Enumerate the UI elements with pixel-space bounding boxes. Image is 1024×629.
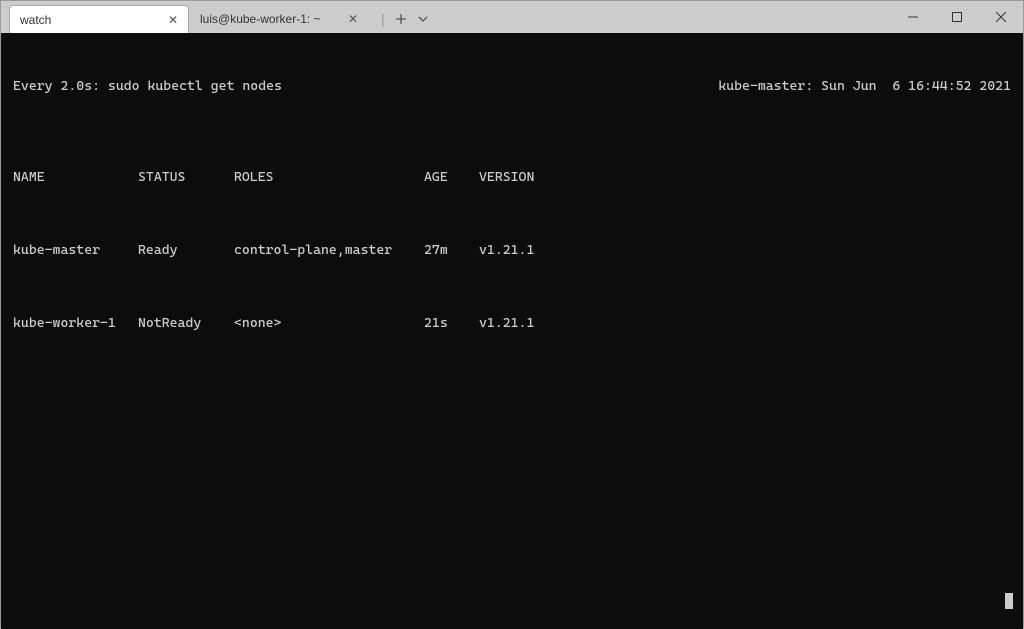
tab-strip: watch ✕ luis@kube-worker-1: ~ ✕ |	[1, 1, 429, 33]
tab-actions: |	[369, 5, 429, 33]
tab-worker[interactable]: luis@kube-worker-1: ~ ✕	[189, 5, 369, 33]
cell-status: Ready	[138, 241, 234, 259]
cell-version: v1.21.1	[479, 314, 579, 332]
cell-version: v1.21.1	[479, 241, 579, 259]
close-window-button[interactable]	[979, 1, 1023, 33]
watch-hostinfo: kube-master: Sun Jun 6 16:44:52 2021	[718, 77, 1011, 95]
col-header-roles: ROLES	[234, 168, 424, 186]
cursor	[1005, 593, 1013, 609]
cell-roles: <none>	[234, 314, 424, 332]
table-row: kube-worker-1 NotReady <none> 21s v1.21.…	[13, 314, 1011, 332]
cell-age: 21s	[424, 314, 479, 332]
watch-header: Every 2.0s: sudo kubectl get nodes kube-…	[13, 77, 1011, 95]
cell-roles: control-plane,master	[234, 241, 424, 259]
maximize-button[interactable]	[935, 1, 979, 33]
col-header-status: STATUS	[138, 168, 234, 186]
window-controls	[891, 1, 1023, 33]
cell-status: NotReady	[138, 314, 234, 332]
dropdown-button[interactable]	[417, 13, 429, 25]
col-header-age: AGE	[424, 168, 479, 186]
terminal-pane[interactable]: Every 2.0s: sudo kubectl get nodes kube-…	[1, 33, 1023, 629]
cell-name: kube-worker-1	[13, 314, 138, 332]
new-tab-button[interactable]	[395, 13, 407, 25]
tab-title: watch	[20, 13, 51, 27]
table-row: kube-master Ready control-plane,master 2…	[13, 241, 1011, 259]
minimize-button[interactable]	[891, 1, 935, 33]
cell-age: 27m	[424, 241, 479, 259]
tab-title: luis@kube-worker-1: ~	[200, 12, 321, 26]
close-icon[interactable]: ✕	[168, 13, 178, 27]
watch-command: Every 2.0s: sudo kubectl get nodes	[13, 77, 282, 95]
titlebar: watch ✕ luis@kube-worker-1: ~ ✕ |	[1, 1, 1023, 33]
col-header-name: NAME	[13, 168, 138, 186]
tab-watch[interactable]: watch ✕	[9, 5, 189, 33]
col-header-version: VERSION	[479, 168, 579, 186]
divider: |	[381, 11, 385, 27]
table-header-row: NAME STATUS ROLES AGE VERSION	[13, 168, 1011, 186]
close-icon[interactable]: ✕	[348, 12, 358, 26]
cell-name: kube-master	[13, 241, 138, 259]
